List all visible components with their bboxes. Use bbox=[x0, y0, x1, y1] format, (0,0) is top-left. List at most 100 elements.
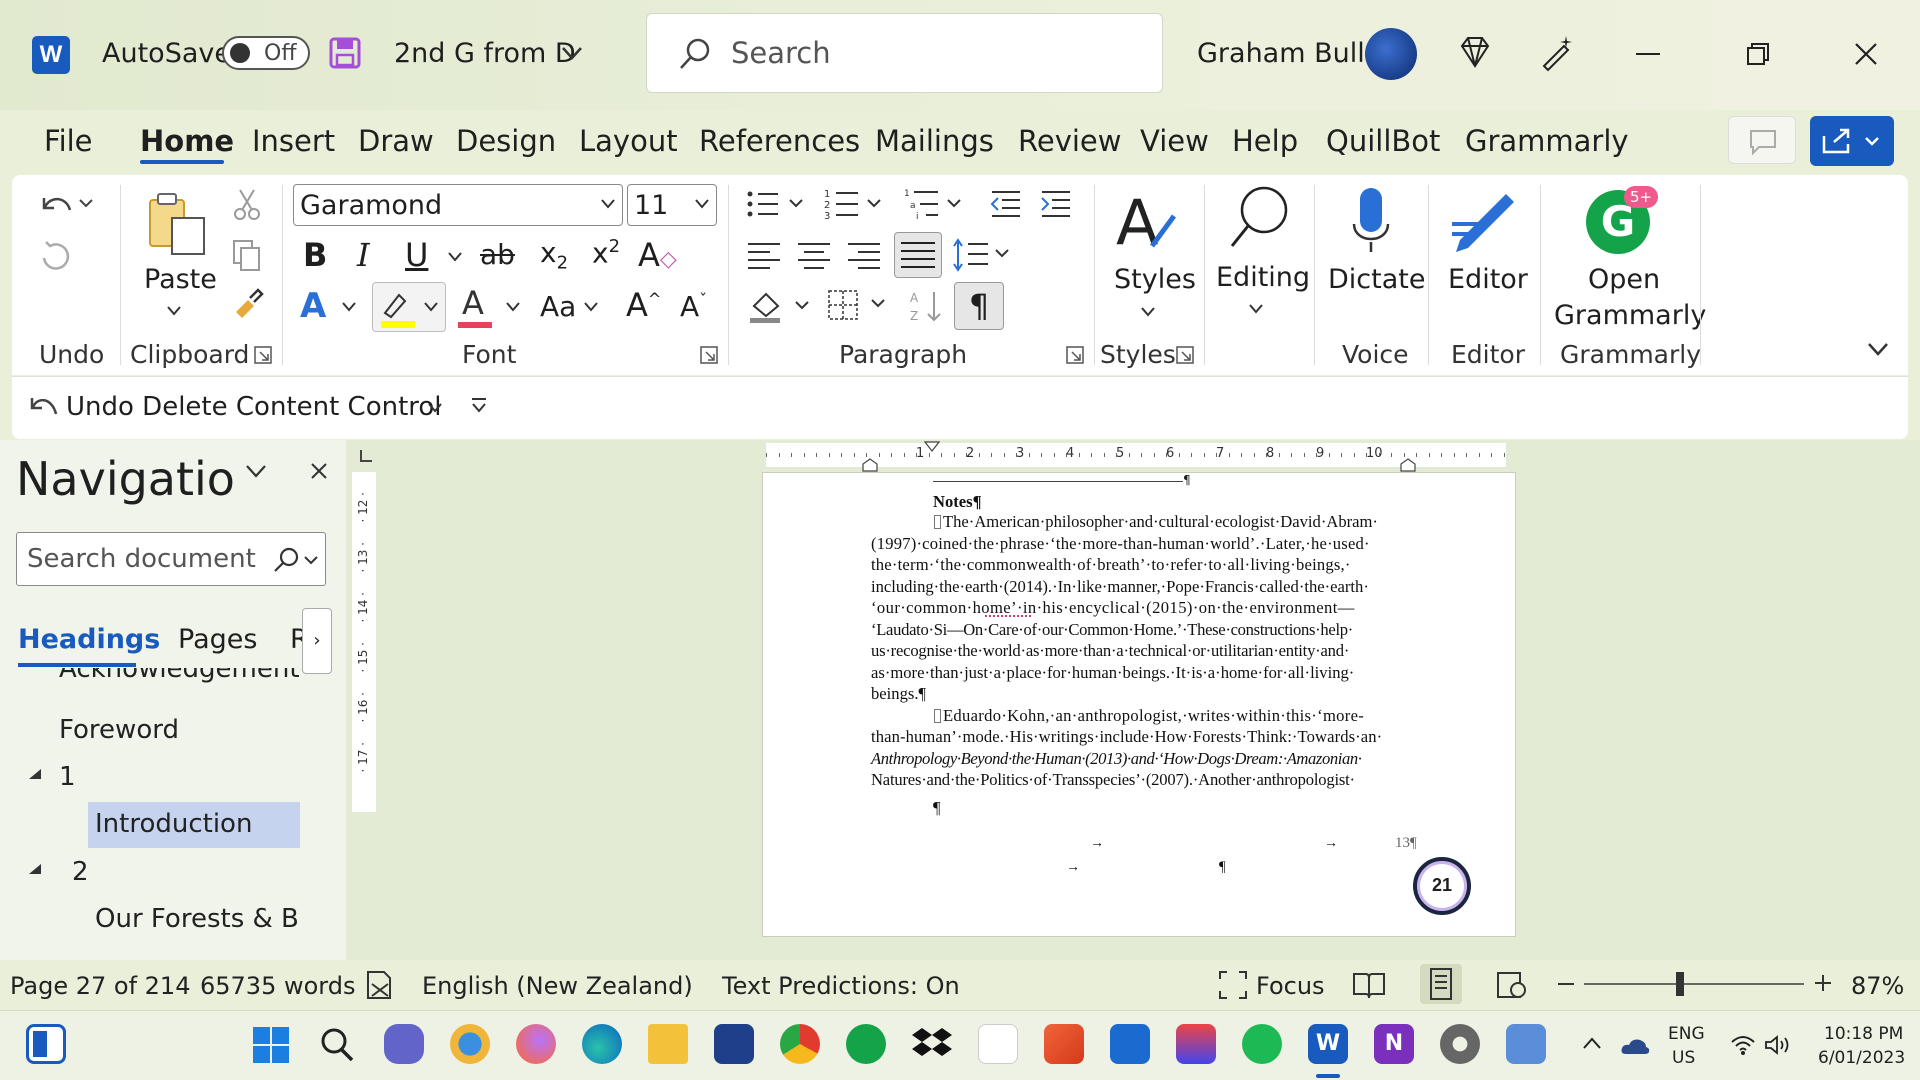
undo-delete-content-control-button[interactable]: Undo Delete Content Control bbox=[66, 392, 442, 422]
store-icon[interactable] bbox=[714, 1024, 754, 1064]
minimize-icon[interactable] bbox=[1636, 53, 1660, 55]
subscript-button[interactable]: x2 bbox=[540, 236, 568, 274]
focus-icon[interactable] bbox=[1218, 970, 1248, 1000]
content-control-marker[interactable] bbox=[934, 515, 941, 529]
clock-date[interactable]: 6/01/2023 bbox=[1818, 1048, 1905, 1068]
desktop-widget-icon[interactable] bbox=[26, 1024, 66, 1064]
text-effects-button[interactable]: A bbox=[300, 286, 326, 326]
chevron-down-icon[interactable] bbox=[1248, 303, 1264, 315]
styles-icon[interactable]: A bbox=[1112, 186, 1178, 258]
clock-time[interactable]: 10:18 PM bbox=[1824, 1024, 1903, 1044]
nav-tab-headings[interactable]: Headings bbox=[18, 624, 160, 655]
font-size-combo[interactable]: 11 bbox=[627, 184, 717, 226]
chevron-down-icon[interactable] bbox=[560, 44, 584, 62]
microphone-icon[interactable] bbox=[1350, 186, 1394, 258]
nav-heading-item[interactable]: 1 bbox=[59, 762, 76, 792]
document-title[interactable]: 2nd G from D bbox=[394, 38, 576, 69]
text-predictions-status[interactable]: Text Predictions: On bbox=[722, 972, 960, 1000]
restore-icon[interactable] bbox=[1746, 42, 1770, 66]
close-icon[interactable] bbox=[310, 462, 328, 480]
dialog-launcher-icon[interactable] bbox=[700, 346, 718, 364]
show-formatting-button[interactable]: ¶ bbox=[954, 282, 1004, 330]
avatar[interactable] bbox=[1365, 28, 1417, 80]
word-count[interactable]: 65735 words bbox=[200, 972, 355, 1000]
align-right-icon[interactable] bbox=[846, 240, 882, 272]
tab-draw[interactable]: Draw bbox=[358, 124, 434, 158]
vertical-ruler[interactable]: · 12 · · 13 · · 14 · · 15 · · 16 · · 17 · bbox=[352, 472, 376, 812]
teams-chat-icon[interactable] bbox=[384, 1024, 424, 1064]
diamond-icon[interactable] bbox=[1456, 34, 1494, 70]
grammarly-suggestion-badge[interactable]: 21 bbox=[1413, 857, 1471, 915]
tab-design[interactable]: Design bbox=[456, 124, 556, 158]
grow-font-button[interactable]: A^ bbox=[626, 286, 661, 324]
wifi-icon[interactable] bbox=[1730, 1034, 1756, 1056]
right-indent-marker[interactable] bbox=[1400, 458, 1416, 472]
change-case-button[interactable]: Aa bbox=[540, 290, 576, 323]
settings-gear-icon[interactable] bbox=[1440, 1024, 1480, 1064]
tab-quillbot[interactable]: QuillBot bbox=[1326, 124, 1440, 158]
tab-grammarly[interactable]: Grammarly bbox=[1465, 124, 1629, 158]
chevron-down-icon[interactable] bbox=[447, 251, 463, 263]
editing-button[interactable]: Editing bbox=[1216, 262, 1310, 293]
search-box[interactable]: Search bbox=[646, 13, 1163, 93]
nav-heading-item[interactable]: 2 bbox=[72, 857, 89, 887]
search-icon[interactable] bbox=[271, 545, 323, 575]
ruler-corner[interactable] bbox=[360, 450, 372, 462]
font-name-combo[interactable]: Garamond bbox=[293, 184, 623, 226]
find-icon[interactable] bbox=[1226, 184, 1292, 256]
volume-icon[interactable] bbox=[1764, 1034, 1792, 1056]
autosave-toggle[interactable]: Off bbox=[222, 36, 310, 70]
underline-button[interactable]: U bbox=[405, 236, 428, 274]
edge-icon[interactable] bbox=[582, 1024, 622, 1064]
user-name[interactable]: Graham Bull bbox=[1197, 38, 1365, 69]
styles-button[interactable]: Styles bbox=[1114, 264, 1196, 295]
strikethrough-button[interactable]: ab bbox=[480, 238, 515, 271]
tab-layout[interactable]: Layout bbox=[579, 124, 678, 158]
paste-icon[interactable] bbox=[144, 190, 210, 256]
chevron-up-icon[interactable] bbox=[1582, 1036, 1602, 1050]
justify-icon[interactable] bbox=[894, 232, 942, 278]
firefox-icon[interactable] bbox=[516, 1024, 556, 1064]
designer-wand-icon[interactable] bbox=[1538, 32, 1578, 72]
zoom-slider-thumb[interactable] bbox=[1676, 972, 1684, 996]
dictate-button[interactable]: Dictate bbox=[1328, 264, 1425, 295]
nav-heading-item[interactable]: Our Forests & B... bbox=[95, 904, 300, 934]
shrink-font-button[interactable]: Aˇ bbox=[680, 290, 707, 323]
language-indicator-2[interactable]: US bbox=[1672, 1048, 1695, 1068]
format-painter-icon[interactable] bbox=[230, 288, 264, 322]
shading-icon[interactable] bbox=[746, 286, 812, 326]
tab-review[interactable]: Review bbox=[1018, 124, 1121, 158]
print-layout-icon[interactable] bbox=[1420, 964, 1462, 1004]
collapse-triangle-icon[interactable] bbox=[28, 768, 42, 780]
chevron-down-icon[interactable] bbox=[1140, 306, 1156, 318]
line-spacing-icon[interactable] bbox=[952, 236, 1012, 274]
cut-icon[interactable] bbox=[232, 186, 262, 222]
paste-button[interactable]: Paste bbox=[144, 264, 217, 295]
word-taskbar-icon[interactable]: W bbox=[1308, 1024, 1348, 1064]
numbering-icon[interactable]: 123 bbox=[824, 186, 886, 222]
zoom-in-button[interactable] bbox=[1814, 974, 1832, 992]
italic-button[interactable]: I bbox=[357, 236, 370, 274]
zoom-slider[interactable] bbox=[1584, 983, 1804, 985]
focus-mode-button[interactable]: Focus bbox=[1256, 972, 1325, 1000]
nav-heading-item[interactable]: Acknowledgements bbox=[59, 668, 300, 684]
zoom-level[interactable]: 87% bbox=[1851, 972, 1904, 1000]
undo-icon[interactable] bbox=[36, 186, 96, 222]
file-explorer-icon[interactable] bbox=[648, 1024, 688, 1064]
superscript-button[interactable]: x2 bbox=[592, 236, 620, 269]
grammarly-app-icon[interactable] bbox=[846, 1024, 886, 1064]
spotify-icon[interactable] bbox=[1242, 1024, 1282, 1064]
dropbox-icon[interactable] bbox=[912, 1026, 952, 1062]
language-status[interactable]: English (New Zealand) bbox=[422, 972, 693, 1000]
decrease-indent-icon[interactable] bbox=[988, 188, 1024, 220]
word-logo-icon[interactable]: W bbox=[32, 36, 70, 74]
content-control-marker[interactable] bbox=[934, 709, 941, 723]
copy-icon[interactable] bbox=[230, 238, 264, 274]
tab-insert[interactable]: Insert bbox=[252, 124, 335, 158]
align-left-icon[interactable] bbox=[746, 240, 782, 272]
bold-button[interactable]: B bbox=[303, 236, 327, 274]
office-icon[interactable] bbox=[1044, 1024, 1084, 1064]
web-layout-icon[interactable] bbox=[1496, 970, 1528, 1000]
amazon-icon[interactable] bbox=[978, 1024, 1018, 1064]
document-page[interactable]: ¶ Notes¶ The·American·philosopher·and·cu… bbox=[762, 472, 1516, 937]
